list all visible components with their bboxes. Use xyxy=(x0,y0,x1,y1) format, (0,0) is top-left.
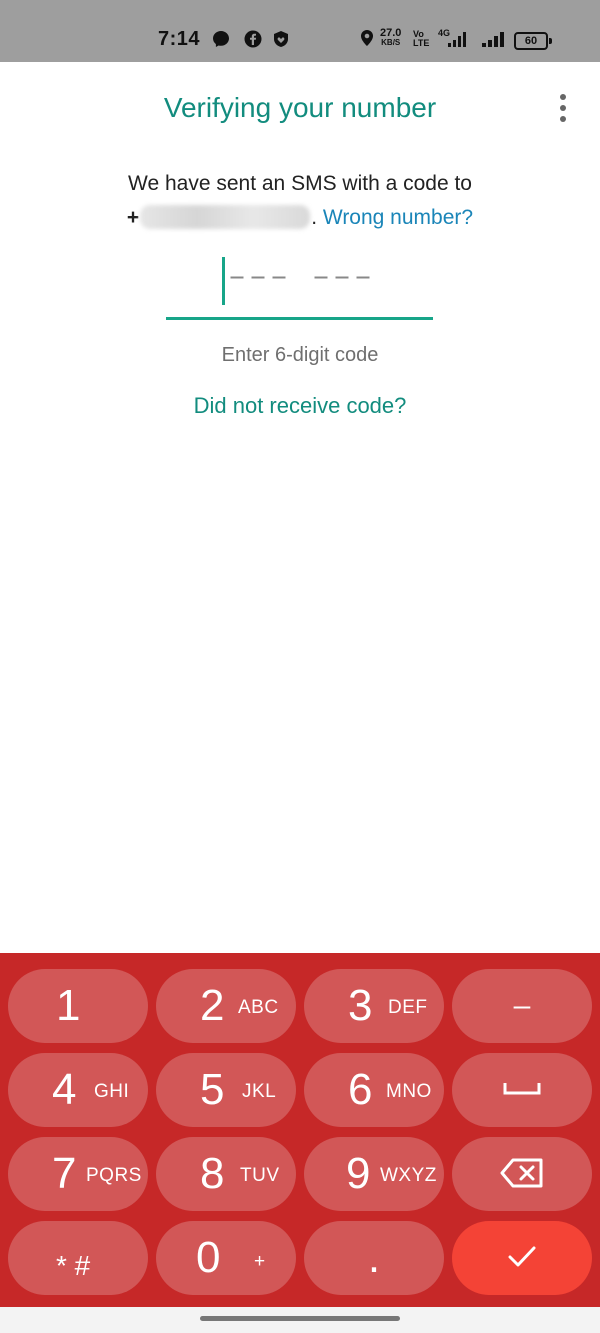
code-hint: Enter 6-digit code xyxy=(221,344,379,366)
home-indicator[interactable] xyxy=(200,1316,400,1321)
confirm-button[interactable] xyxy=(452,1221,592,1295)
network-speed: 27.0 KB/S xyxy=(380,27,402,48)
wrong-number-link[interactable]: Wrong number? xyxy=(323,206,473,229)
key-4[interactable]: 4 GHI xyxy=(8,1053,148,1127)
battery-indicator: 60 xyxy=(514,32,552,50)
key-period[interactable]: . xyxy=(304,1221,444,1295)
status-bar: 7:14 27.0 KB/S Vo LTE 4G 60 xyxy=(0,0,600,62)
key-7[interactable]: 7 PQRS xyxy=(8,1137,148,1211)
numeric-keypad: 1 2 ABC 3 DEF – 4 GHI 5 JKL 6 MNO 7 PQRS… xyxy=(0,953,600,1307)
key-backspace[interactable] xyxy=(452,1137,592,1211)
phone-prefix: + xyxy=(126,206,140,229)
key-space[interactable] xyxy=(452,1053,592,1127)
location-icon xyxy=(361,30,373,46)
text-cursor xyxy=(222,257,225,305)
key-dash[interactable]: – xyxy=(452,969,592,1043)
volte-indicator: Vo LTE xyxy=(413,29,430,48)
resend-code-link[interactable]: Did not receive code? xyxy=(0,393,600,419)
space-icon xyxy=(503,1083,541,1095)
status-time: 7:14 xyxy=(158,28,201,50)
key-6[interactable]: 6 MNO xyxy=(304,1053,444,1127)
key-3[interactable]: 3 DEF xyxy=(304,969,444,1043)
key-2[interactable]: 2 ABC xyxy=(156,969,296,1043)
signal-icon xyxy=(482,32,504,47)
key-9[interactable]: 9 WXYZ xyxy=(304,1137,444,1211)
backspace-icon xyxy=(500,1158,543,1188)
check-icon xyxy=(508,1246,536,1267)
code-placeholder: ––– ––– xyxy=(228,261,376,295)
redacted-phone-number xyxy=(140,205,311,229)
key-star-hash[interactable]: * # xyxy=(8,1221,148,1295)
shield-heart-icon xyxy=(274,31,288,47)
key-8[interactable]: 8 TUV xyxy=(156,1137,296,1211)
key-0[interactable]: 0 + xyxy=(156,1221,296,1295)
more-vert-icon[interactable] xyxy=(555,94,571,124)
code-input[interactable]: ––– ––– xyxy=(166,255,433,320)
messenger-icon xyxy=(213,31,229,47)
page-title: Verifying your number xyxy=(163,92,437,123)
key-1[interactable]: 1 xyxy=(8,969,148,1043)
period: . xyxy=(311,206,318,229)
phone-number-line: +. Wrong number? xyxy=(0,205,600,230)
key-5[interactable]: 5 JKL xyxy=(156,1053,296,1127)
facebook-icon xyxy=(244,30,262,48)
signal-icon xyxy=(448,32,466,47)
sms-sent-message: We have sent an SMS with a code to xyxy=(128,172,472,195)
